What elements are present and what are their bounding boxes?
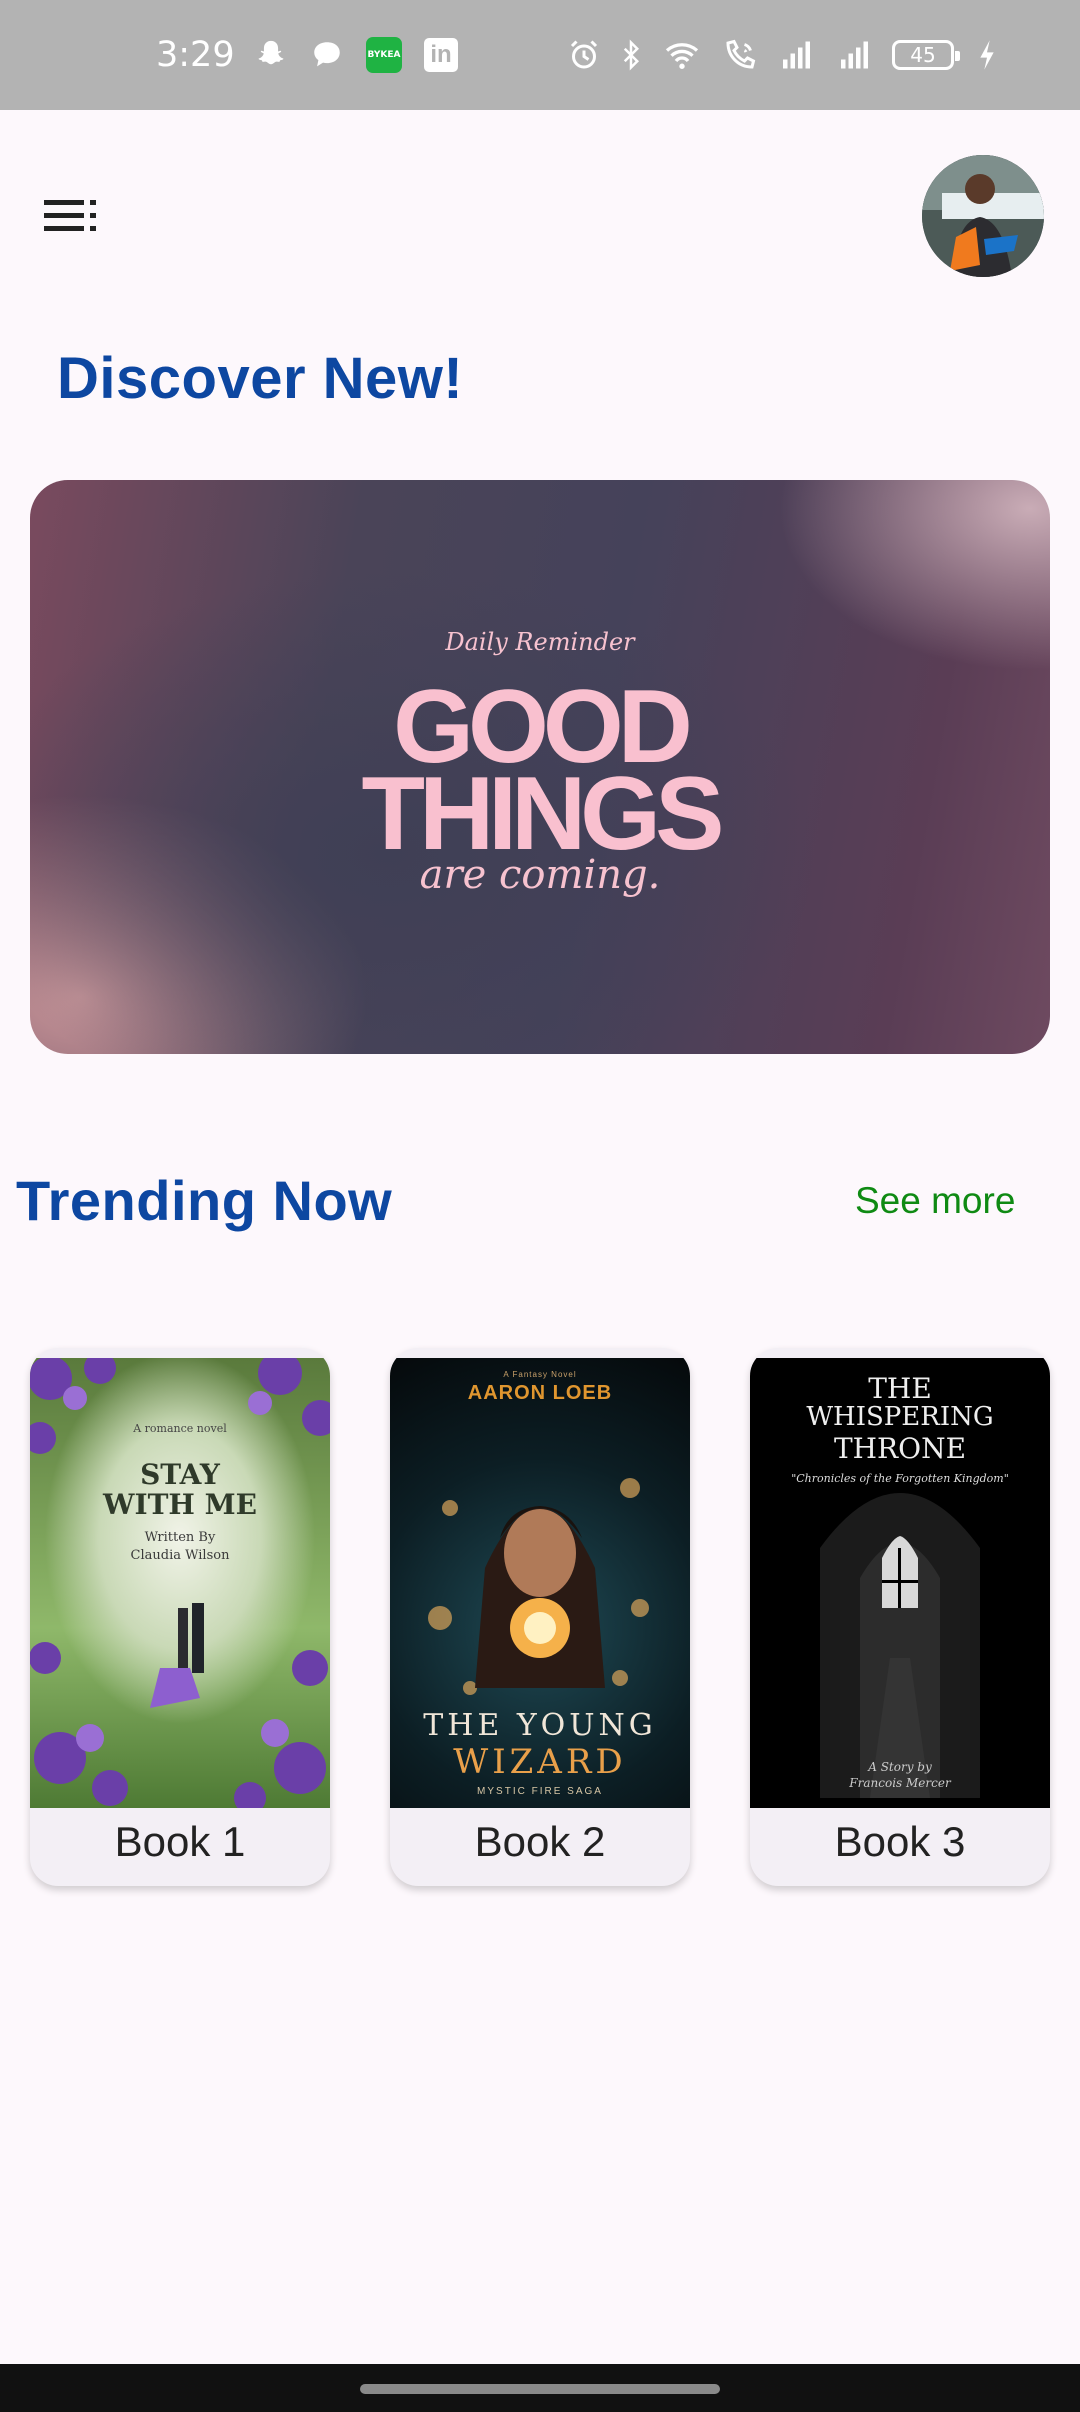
book3-cover-subtitle: "Chronicles of the Forgotten Kingdom"	[791, 1472, 1009, 1485]
book-card-2[interactable]: A Fantasy Novel AARON LOEB THE YOUNG WIZ…	[390, 1348, 690, 1886]
banner-kicker: Daily Reminder	[445, 628, 635, 656]
status-notification-icons: BYKEA in	[254, 37, 458, 73]
book3-cover-title-1: THE	[868, 1372, 932, 1405]
wifi-icon	[665, 43, 699, 69]
book-cover-3: THE WHISPERING THRONE "Chronicles of the…	[750, 1358, 1050, 1808]
banner-tagline: are coming.	[419, 852, 661, 898]
trending-title: Trending Now	[16, 1169, 393, 1232]
book2-cover-title-1: THE YOUNG	[423, 1708, 657, 1743]
alarm-icon	[570, 40, 598, 69]
book1-cover-title-2: WITH ME	[103, 1488, 257, 1521]
book-card-1[interactable]: A romance novel STAY WITH ME Written By …	[30, 1348, 330, 1886]
signal-icon-1	[783, 41, 810, 69]
status-system-icons: 45	[566, 37, 998, 73]
book-label-2: Book 2	[474, 1818, 606, 1865]
wifi-calling-icon	[726, 39, 756, 69]
bykea-app-icon: BYKEA	[366, 37, 402, 73]
book-card-3[interactable]: THE WHISPERING THRONE "Chronicles of the…	[750, 1348, 1050, 1886]
profile-avatar[interactable]	[922, 155, 1044, 277]
book3-cover-title-3: THRONE	[833, 1432, 967, 1465]
status-time: 3:29	[156, 35, 235, 75]
chat-bubble-icon	[314, 42, 340, 67]
battery-icon: 45	[892, 40, 960, 70]
avatar-photo	[922, 155, 1044, 277]
book2-cover-title-2: WIZARD	[453, 1742, 627, 1782]
bluetooth-icon	[623, 39, 640, 71]
see-more-link[interactable]: See more	[855, 1180, 1015, 1222]
linkedin-icon: in	[424, 38, 458, 72]
book2-cover-series: MYSTIC FIRE SAGA	[477, 1786, 603, 1797]
home-gesture-handle[interactable]	[360, 2384, 720, 2394]
status-bar: 3:29 BYKEA in 45	[0, 0, 1080, 110]
book2-cover-author: AARON LOEB	[467, 1382, 613, 1404]
book1-cover-byline-1: Written By	[144, 1530, 216, 1545]
menu-icon	[44, 200, 96, 231]
book3-cover-byline-2: Francois Mercer	[849, 1776, 951, 1790]
system-navigation-bar	[0, 2364, 1080, 2412]
book3-cover-byline-1: A Story by	[868, 1760, 932, 1774]
discover-title: Discover New!	[57, 346, 464, 411]
daily-reminder-banner[interactable]: Daily Reminder GOOD THINGS are coming.	[30, 480, 1050, 1054]
signal-icon-2	[841, 41, 868, 69]
menu-button[interactable]	[40, 196, 102, 236]
book3-cover-title-2: WHISPERING	[806, 1402, 994, 1432]
book-cover-1: A romance novel STAY WITH ME Written By …	[30, 1358, 330, 1808]
charging-bolt-icon	[980, 40, 994, 70]
book2-cover-kicker: A Fantasy Novel	[503, 1370, 577, 1379]
book-cover-2: A Fantasy Novel AARON LOEB THE YOUNG WIZ…	[390, 1358, 690, 1808]
snapchat-icon	[258, 40, 284, 65]
book-label-1: Book 1	[114, 1818, 246, 1865]
book1-cover-byline-2: Claudia Wilson	[130, 1548, 230, 1563]
book1-cover-title-1: STAY	[140, 1458, 220, 1491]
book1-cover-kicker: A romance novel	[133, 1422, 227, 1435]
book-label-3: Book 3	[834, 1818, 966, 1865]
